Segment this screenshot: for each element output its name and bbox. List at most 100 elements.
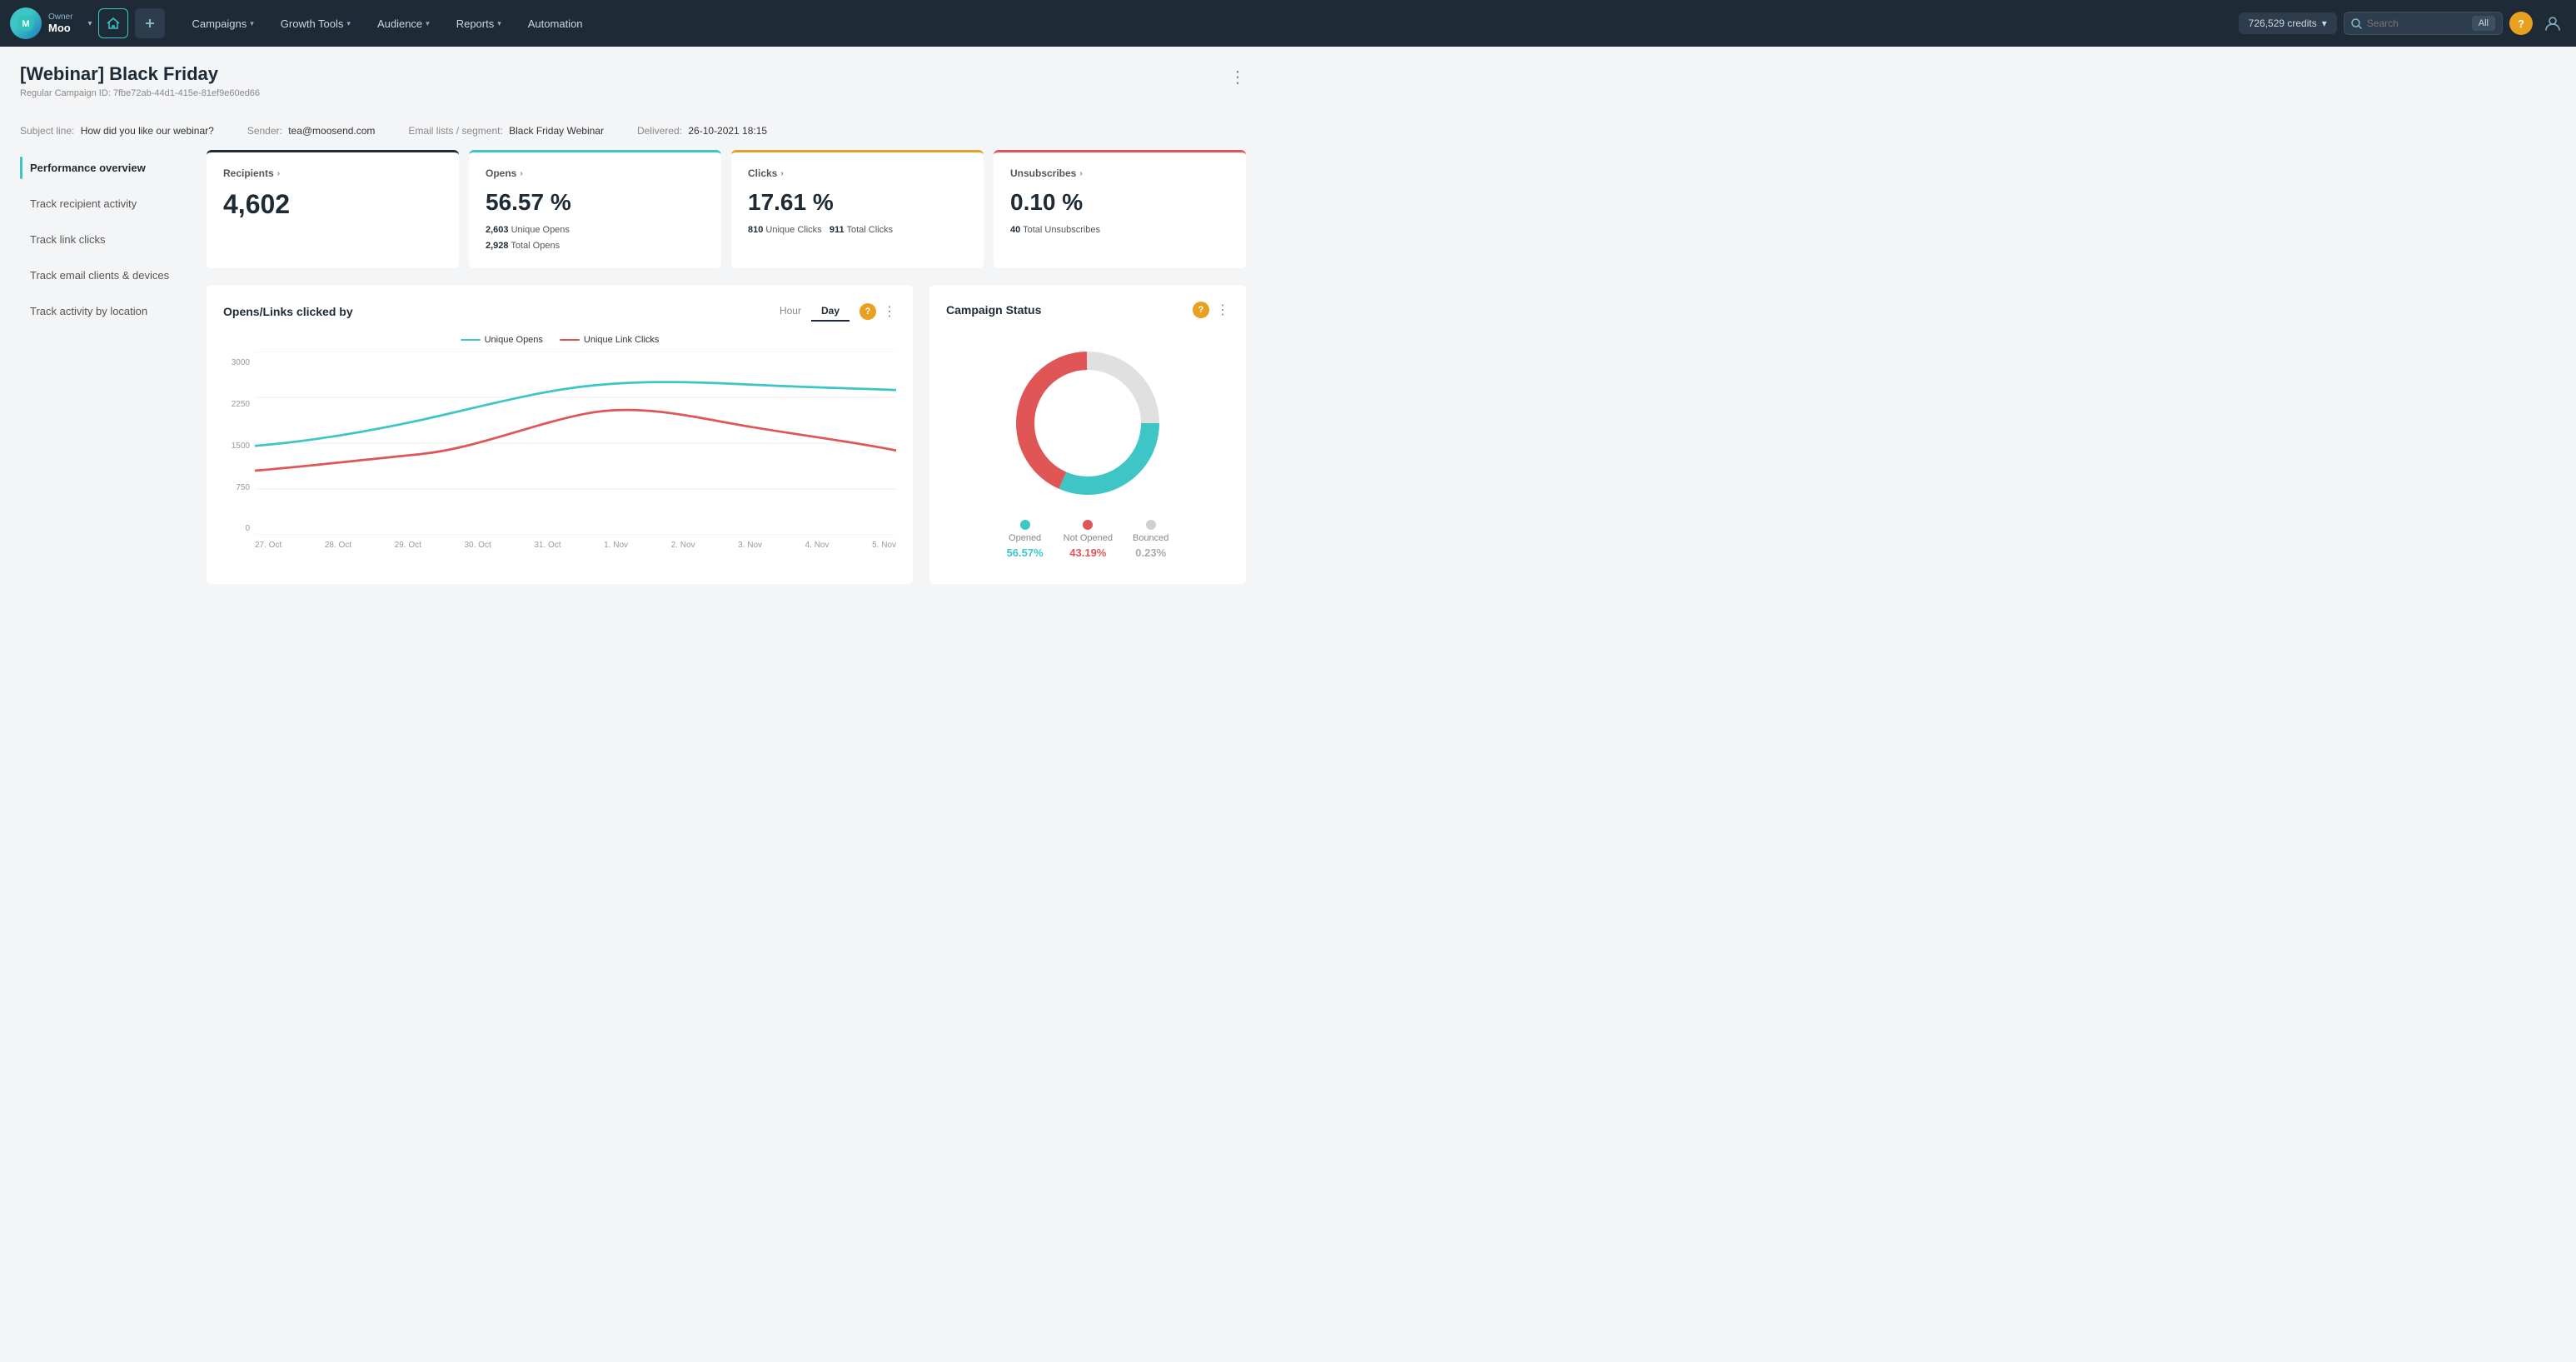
- search-container: All: [2344, 12, 2503, 35]
- tab-day[interactable]: Day: [811, 302, 850, 322]
- clicks-value: 17.61 %: [748, 189, 967, 216]
- opens-card: Opens › 56.57 % 2,603 Unique Opens 2,928…: [469, 150, 721, 268]
- add-button[interactable]: [135, 8, 165, 38]
- clicks-card: Clicks › 17.61 % 810 Unique Clicks 911 T…: [731, 150, 984, 268]
- search-input[interactable]: [2367, 17, 2467, 29]
- nav-reports[interactable]: Reports ▾: [443, 0, 515, 47]
- brand-logo: M: [10, 7, 42, 39]
- recipients-label: Recipients: [223, 167, 274, 179]
- line-chart-menu-button[interactable]: ⋮: [883, 303, 896, 320]
- opens-sub: 2,603 Unique Opens 2,928 Total Opens: [486, 222, 705, 253]
- donut-chart-container: Opened 56.57% Not Opened 43.19% Bounced: [946, 332, 1229, 567]
- clicks-sub: 810 Unique Clicks 911 Total Clicks: [748, 222, 967, 238]
- unsubscribes-value: 0.10 %: [1010, 189, 1229, 216]
- sidebar-item-activity[interactable]: Track recipient activity: [20, 186, 187, 222]
- search-filter-button[interactable]: All: [2472, 16, 2495, 31]
- nav-audience[interactable]: Audience ▾: [364, 0, 443, 47]
- tab-hour[interactable]: Hour: [770, 302, 811, 322]
- line-chart-header: Opens/Links clicked by Hour Day ? ⋮: [223, 302, 896, 322]
- top-navigation: M Owner Moo ▾ Campaigns ▾ Growth Tools ▾…: [0, 0, 2576, 47]
- sender-info: Sender: tea@moosend.com: [247, 125, 376, 137]
- growth-tools-chevron-icon: ▾: [346, 19, 351, 28]
- stat-cards-grid: Recipients › 4,602 Opens › 56.57 % 2,603…: [207, 150, 1246, 268]
- opened-dot: [1020, 520, 1030, 530]
- campaign-id: Regular Campaign ID: 7fbe72ab-44d1-415e-…: [20, 88, 260, 98]
- reports-chevron-icon: ▾: [497, 19, 501, 28]
- sidebar-item-location[interactable]: Track activity by location: [20, 293, 187, 329]
- opens-line: [255, 382, 896, 447]
- main-navigation: Campaigns ▾ Growth Tools ▾ Audience ▾ Re…: [178, 0, 2231, 47]
- donut-chart-help-icon[interactable]: ?: [1193, 302, 1209, 318]
- brand-info: Owner Moo: [48, 12, 72, 34]
- help-button[interactable]: ?: [2509, 12, 2533, 35]
- opens-value: 56.57 %: [486, 189, 705, 216]
- page-title: [Webinar] Black Friday: [20, 63, 260, 85]
- donut-chart-header: Campaign Status ? ⋮: [946, 302, 1229, 318]
- credits-chevron-icon: ▾: [2322, 17, 2327, 29]
- line-chart-title: Opens/Links clicked by: [223, 305, 760, 318]
- svg-text:M: M: [22, 19, 29, 29]
- not-opened-dot: [1083, 520, 1093, 530]
- page-more-menu-button[interactable]: ⋮: [1229, 67, 1246, 87]
- line-chart-help-icon[interactable]: ?: [859, 303, 876, 320]
- unsubscribes-label: Unsubscribes: [1010, 167, 1076, 179]
- brand-chevron-icon[interactable]: ▾: [87, 19, 92, 28]
- bounced-dot: [1146, 520, 1156, 530]
- not-opened-pct: 43.19%: [1069, 546, 1106, 559]
- brand-name: Moo: [48, 22, 72, 34]
- main-content: Recipients › 4,602 Opens › 56.57 % 2,603…: [207, 150, 1246, 584]
- sidebar-item-clicks[interactable]: Track link clicks: [20, 222, 187, 257]
- bounced-label: Bounced: [1133, 533, 1168, 543]
- search-icon: [2351, 18, 2362, 29]
- legend-opens-dot: [461, 339, 481, 341]
- unsubscribes-sub: 40 Total Unsubscribes: [1010, 222, 1229, 238]
- line-chart-card: Opens/Links clicked by Hour Day ? ⋮ Uniq…: [207, 285, 913, 584]
- donut-legend-opened: Opened 56.57%: [1007, 520, 1044, 559]
- sidebar-item-performance[interactable]: Performance overview: [20, 150, 187, 186]
- nav-campaigns[interactable]: Campaigns ▾: [178, 0, 267, 47]
- legend-clicks-label: Unique Link Clicks: [584, 335, 659, 345]
- clicks-chevron-icon[interactable]: ›: [780, 169, 783, 178]
- legend-clicks: Unique Link Clicks: [560, 335, 659, 345]
- brand-owner-label: Owner: [48, 12, 72, 22]
- nav-automation[interactable]: Automation: [515, 0, 596, 47]
- clicks-line: [255, 410, 896, 471]
- home-button[interactable]: [98, 8, 128, 38]
- recipients-value: 4,602: [223, 189, 442, 220]
- donut-legend: Opened 56.57% Not Opened 43.19% Bounced: [1007, 520, 1169, 559]
- audience-chevron-icon: ▾: [426, 19, 430, 28]
- line-chart-svg: [255, 352, 896, 535]
- unsubscribes-chevron-icon[interactable]: ›: [1079, 169, 1082, 178]
- unsubscribes-card: Unsubscribes › 0.10 % 40 Total Unsubscri…: [994, 150, 1246, 268]
- subject-info: Subject line: How did you like our webin…: [20, 125, 214, 137]
- sidebar-item-clients[interactable]: Track email clients & devices: [20, 257, 187, 293]
- opens-label: Opens: [486, 167, 516, 179]
- donut-svg: [1004, 340, 1171, 506]
- legend-opens-label: Unique Opens: [485, 335, 543, 345]
- recipients-chevron-icon[interactable]: ›: [277, 169, 280, 178]
- main-layout: Performance overview Track recipient act…: [20, 150, 1246, 584]
- donut-legend-not-opened: Not Opened 43.19%: [1064, 520, 1113, 559]
- credits-button[interactable]: 726,529 credits ▾: [2239, 12, 2337, 34]
- nav-right-section: 726,529 credits ▾ All ?: [2239, 10, 2566, 37]
- nav-growth-tools[interactable]: Growth Tools ▾: [267, 0, 364, 47]
- clicks-label: Clicks: [748, 167, 777, 179]
- line-chart-legend: Unique Opens Unique Link Clicks: [223, 335, 896, 345]
- user-button[interactable]: [2539, 10, 2566, 37]
- not-opened-label: Not Opened: [1064, 533, 1113, 543]
- list-info: Email lists / segment: Black Friday Webi…: [408, 125, 604, 137]
- donut-chart-card: Campaign Status ? ⋮: [929, 285, 1246, 584]
- opens-chevron-icon[interactable]: ›: [520, 169, 522, 178]
- x-axis-labels: 27. Oct 28. Oct 29. Oct 30. Oct 31. Oct …: [255, 537, 896, 550]
- page-container: [Webinar] Black Friday Regular Campaign …: [0, 47, 1266, 601]
- donut-chart-menu-button[interactable]: ⋮: [1216, 302, 1229, 318]
- opened-label: Opened: [1009, 533, 1041, 543]
- campaigns-chevron-icon: ▾: [250, 19, 254, 28]
- campaign-info-bar: Subject line: How did you like our webin…: [20, 115, 1246, 150]
- bounced-pct: 0.23%: [1135, 546, 1166, 559]
- legend-opens: Unique Opens: [461, 335, 543, 345]
- y-axis-labels: 3000 2250 1500 750 0: [223, 352, 255, 550]
- delivered-info: Delivered: 26-10-2021 18:15: [637, 125, 767, 137]
- sidebar: Performance overview Track recipient act…: [20, 150, 187, 584]
- opened-pct: 56.57%: [1007, 546, 1044, 559]
